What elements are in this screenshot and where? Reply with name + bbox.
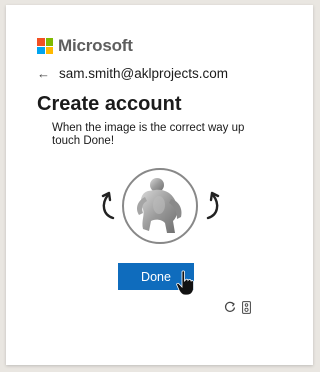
identity-banner: ← sam.smith@aklprojects.com xyxy=(37,66,228,81)
back-arrow-icon[interactable]: ← xyxy=(37,67,53,80)
microsoft-brand: Microsoft xyxy=(37,36,133,56)
gorilla-figure-image xyxy=(137,178,182,233)
rotate-right-icon[interactable] xyxy=(204,190,222,222)
hand-cursor-icon xyxy=(176,270,194,296)
account-email: sam.smith@aklprojects.com xyxy=(59,66,228,81)
audio-challenge-icon[interactable] xyxy=(242,301,251,314)
microsoft-logo-icon xyxy=(37,38,53,54)
puzzle-instruction: When the image is the correct way up tou… xyxy=(52,122,245,147)
rotate-left-icon[interactable] xyxy=(99,190,117,222)
page-title: Create account xyxy=(37,93,182,115)
brand-name: Microsoft xyxy=(58,36,133,55)
signup-card: Microsoft ← sam.smith@aklprojects.com Cr… xyxy=(6,5,313,365)
puzzle-image-frame xyxy=(122,168,198,244)
refresh-icon[interactable] xyxy=(224,301,236,313)
